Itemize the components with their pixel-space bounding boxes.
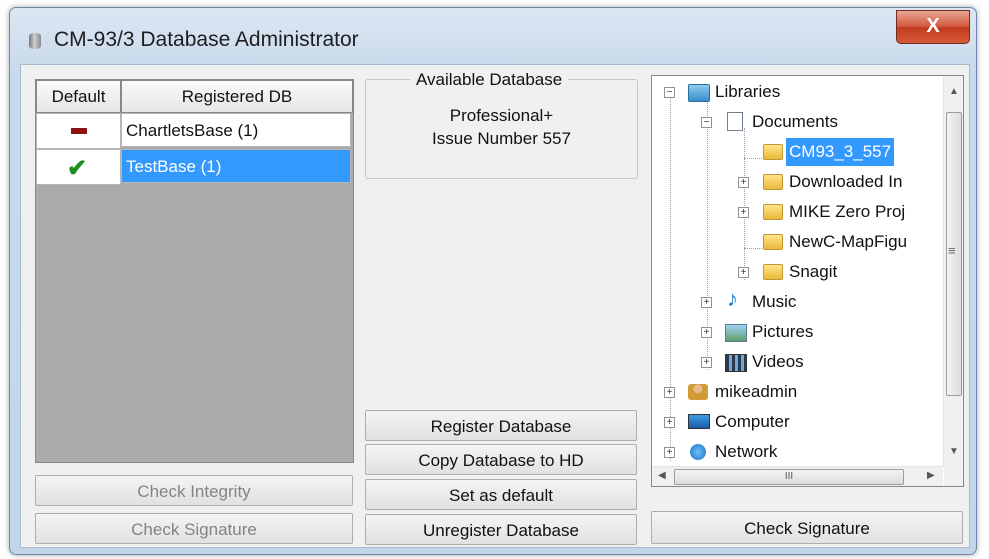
scroll-left-icon[interactable]: ◀ <box>658 470 666 481</box>
libraries-icon <box>688 84 710 102</box>
scroll-corner <box>944 467 963 486</box>
folder-icon <box>763 174 783 190</box>
tree-item-label: Videos <box>752 352 804 371</box>
horizontal-scrollbar[interactable]: ◀ III ▶ <box>652 466 943 486</box>
horizontal-scroll-thumb[interactable]: III <box>674 469 904 485</box>
table-row[interactable]: ChartletsBase (1) <box>36 113 353 149</box>
tree-item-label: NewC-MapFigu <box>789 232 908 251</box>
grip-icon: ≡ <box>948 243 956 258</box>
scroll-right-icon[interactable]: ▶ <box>927 470 935 481</box>
expand-icon[interactable]: + <box>664 417 675 428</box>
tree-item-label: mikeadmin <box>715 382 798 401</box>
register-database-button[interactable]: Register Database <box>365 410 637 441</box>
column-default[interactable]: Default <box>36 80 121 113</box>
folder-icon <box>763 264 783 280</box>
expand-icon[interactable]: + <box>701 357 712 368</box>
table-row[interactable]: ✔ TestBase (1) <box>36 149 353 185</box>
tree-item-label: MIKE Zero Proj <box>789 202 906 221</box>
tree-item-label: CM93_3_557 <box>786 138 895 166</box>
expand-icon[interactable]: + <box>664 387 675 398</box>
tree-item-label: Downloaded In <box>789 172 903 191</box>
folder-tree[interactable]: − Libraries − Documents CM93_3_557 + Dow… <box>651 75 964 487</box>
videos-icon <box>725 354 747 372</box>
checkmark-icon: ✔ <box>67 155 88 182</box>
dialog-client: Default Registered DB ChartletsBase (1) … <box>20 64 970 548</box>
group-title: Available Database <box>410 70 569 90</box>
vertical-scroll-thumb[interactable]: ≡ <box>946 112 962 396</box>
expand-icon[interactable]: + <box>738 177 749 188</box>
set-default-button[interactable]: Set as default <box>365 479 637 510</box>
tree-item-label: Computer <box>715 412 790 431</box>
default-cell[interactable]: ✔ <box>36 149 121 185</box>
tree-item-label: Libraries <box>715 82 781 101</box>
edition-label: Professional+ <box>449 106 554 125</box>
check-integrity-button[interactable]: Check Integrity <box>35 475 353 506</box>
db-name-cell[interactable]: ChartletsBase (1) <box>121 113 351 147</box>
not-default-marker-icon <box>71 128 87 134</box>
check-signature-left-button[interactable]: Check Signature <box>35 513 353 544</box>
expand-icon[interactable]: + <box>701 297 712 308</box>
default-cell[interactable] <box>36 113 121 149</box>
vertical-scrollbar[interactable]: ▲ ≡ ▼ <box>943 76 963 467</box>
expand-icon[interactable]: + <box>701 327 712 338</box>
window-title: CM-93/3 Database Administrator <box>54 28 359 51</box>
music-icon: ♪ <box>727 286 738 311</box>
unregister-database-button[interactable]: Unregister Database <box>365 514 637 545</box>
network-icon <box>690 444 706 460</box>
tree-item-label: Network <box>715 442 778 461</box>
available-database-group: Available Database Professional+ Issue N… <box>365 70 638 179</box>
expand-icon[interactable]: + <box>738 267 749 278</box>
check-signature-right-button[interactable]: Check Signature <box>651 511 963 544</box>
collapse-icon[interactable]: − <box>701 117 712 128</box>
computer-icon <box>688 414 710 429</box>
tree-item-label: Snagit <box>789 262 838 281</box>
expand-icon[interactable]: + <box>738 207 749 218</box>
issue-number-label: Issue Number 557 <box>432 129 571 148</box>
pictures-icon <box>725 324 747 342</box>
column-registered-db[interactable]: Registered DB <box>121 80 353 113</box>
tree-item-label: Music <box>752 292 797 311</box>
db-name-cell[interactable]: TestBase (1) <box>121 149 351 183</box>
tree-item-label: Documents <box>752 112 838 131</box>
app-window: CM-93/3 Database Administrator X Default… <box>9 7 977 555</box>
scroll-up-icon[interactable]: ▲ <box>949 86 959 97</box>
grid-header: Default Registered DB <box>36 80 353 113</box>
registered-db-grid[interactable]: Default Registered DB ChartletsBase (1) … <box>35 79 354 463</box>
copy-database-button[interactable]: Copy Database to HD <box>365 444 637 475</box>
close-button[interactable]: X <box>896 10 970 44</box>
folder-icon <box>763 234 783 250</box>
database-icon <box>29 33 41 49</box>
scroll-down-icon[interactable]: ▼ <box>949 446 959 457</box>
tree-item-label: Pictures <box>752 322 814 341</box>
document-icon <box>727 112 743 131</box>
collapse-icon[interactable]: − <box>664 87 675 98</box>
expand-icon[interactable]: + <box>664 447 675 458</box>
folder-icon <box>763 204 783 220</box>
tree-line <box>744 128 745 280</box>
user-folder-icon <box>688 384 708 400</box>
tree-line <box>670 98 671 461</box>
title-bar[interactable]: CM-93/3 Database Administrator X <box>10 8 976 64</box>
folder-icon <box>763 144 783 160</box>
